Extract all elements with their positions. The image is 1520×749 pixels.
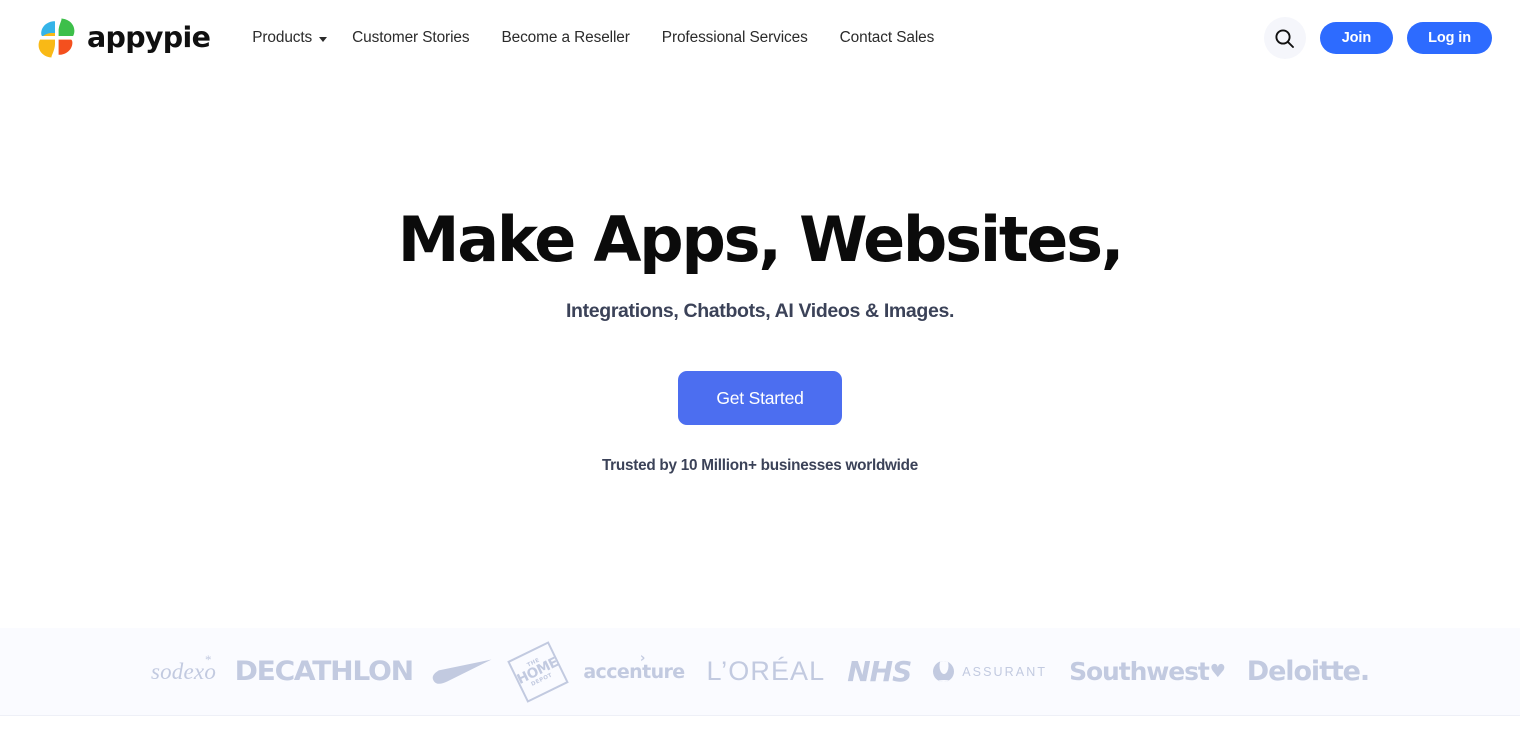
logo-decathlon[interactable]: DECATHLON: [227, 642, 420, 702]
hero-section: Make Apps, Websites, Integrations, Chatb…: [0, 76, 1520, 628]
join-button[interactable]: Join: [1319, 21, 1394, 55]
logo-nike[interactable]: [420, 642, 504, 702]
logo-assurant[interactable]: ASSURANT: [922, 642, 1058, 702]
southwest-heart-icon: ♥: [1209, 661, 1226, 682]
site-header: appypie Products Customer Stories Become…: [0, 0, 1520, 76]
logo-accenture[interactable]: accenture ›: [572, 642, 695, 702]
search-icon: [1275, 28, 1295, 48]
header-actions: Join Log in: [1263, 17, 1492, 59]
chevron-down-icon: [319, 37, 328, 42]
nav-item-contact-sales-label: Contact Sales: [839, 29, 935, 46]
logo-accenture-text: accenture: [583, 660, 685, 683]
logo-nhs[interactable]: NHS: [836, 642, 922, 702]
nav-item-become-a-reseller-label: Become a Reseller: [501, 29, 630, 46]
logo-decathlon-text: DECATHLON: [234, 656, 415, 687]
logo-home-depot[interactable]: THE HOME DEPOT: [504, 640, 572, 703]
logo-sodexo[interactable]: sodexo *: [140, 642, 227, 702]
login-button[interactable]: Log in: [1407, 21, 1492, 55]
nav-item-contact-sales[interactable]: Contact Sales: [824, 21, 951, 55]
nav-item-customer-stories[interactable]: Customer Stories: [336, 21, 485, 55]
logo-assurant-text: ASSURANT: [962, 664, 1048, 679]
search-button[interactable]: [1263, 17, 1306, 59]
nav-item-become-a-reseller[interactable]: Become a Reseller: [485, 21, 645, 55]
logo-southwest-text: Southwest: [1069, 657, 1210, 686]
logo-deloitte-text: Deloitte.: [1246, 656, 1370, 687]
appypie-pinwheel-logo-icon: [36, 17, 78, 59]
main-navigation: Products Customer Stories Become a Resel…: [236, 21, 950, 55]
sodexo-star-icon: *: [204, 651, 212, 667]
logo-loreal-text: L’ORÉAL: [706, 656, 826, 686]
page-root: appypie Products Customer Stories Become…: [0, 0, 1520, 749]
nav-item-products-label: Products: [252, 29, 313, 46]
nav-item-products[interactable]: Products: [236, 21, 336, 55]
accenture-arrow-icon: ›: [639, 650, 645, 666]
hero-subtitle: Integrations, Chatbots, AI Videos & Imag…: [565, 300, 955, 323]
logo-loreal[interactable]: L’ORÉAL: [696, 642, 837, 702]
brand-name-text: appypie: [87, 20, 211, 54]
logo-nhs-text: NHS: [847, 655, 912, 688]
client-logo-strip: sodexo * DECATHLON THE HOME DEPOT accent…: [0, 628, 1520, 716]
nav-item-professional-services-label: Professional Services: [661, 29, 808, 46]
brand-logo-link[interactable]: appypie: [36, 17, 211, 59]
logo-southwest[interactable]: Southwest ♥: [1058, 642, 1236, 702]
client-logo-row: sodexo * DECATHLON THE HOME DEPOT accent…: [0, 640, 1520, 703]
nav-item-professional-services[interactable]: Professional Services: [646, 21, 824, 55]
assurant-globe-icon: [933, 661, 955, 682]
nav-item-customer-stories-label: Customer Stories: [352, 29, 470, 46]
trust-text: Trusted by 10 Million+ businesses worldw…: [601, 457, 919, 475]
logo-deloitte[interactable]: Deloitte.: [1236, 642, 1380, 702]
hero-title: Make Apps, Websites,: [397, 203, 1125, 276]
get-started-button[interactable]: Get Started: [678, 371, 842, 426]
nike-swoosh-icon: [433, 659, 492, 684]
